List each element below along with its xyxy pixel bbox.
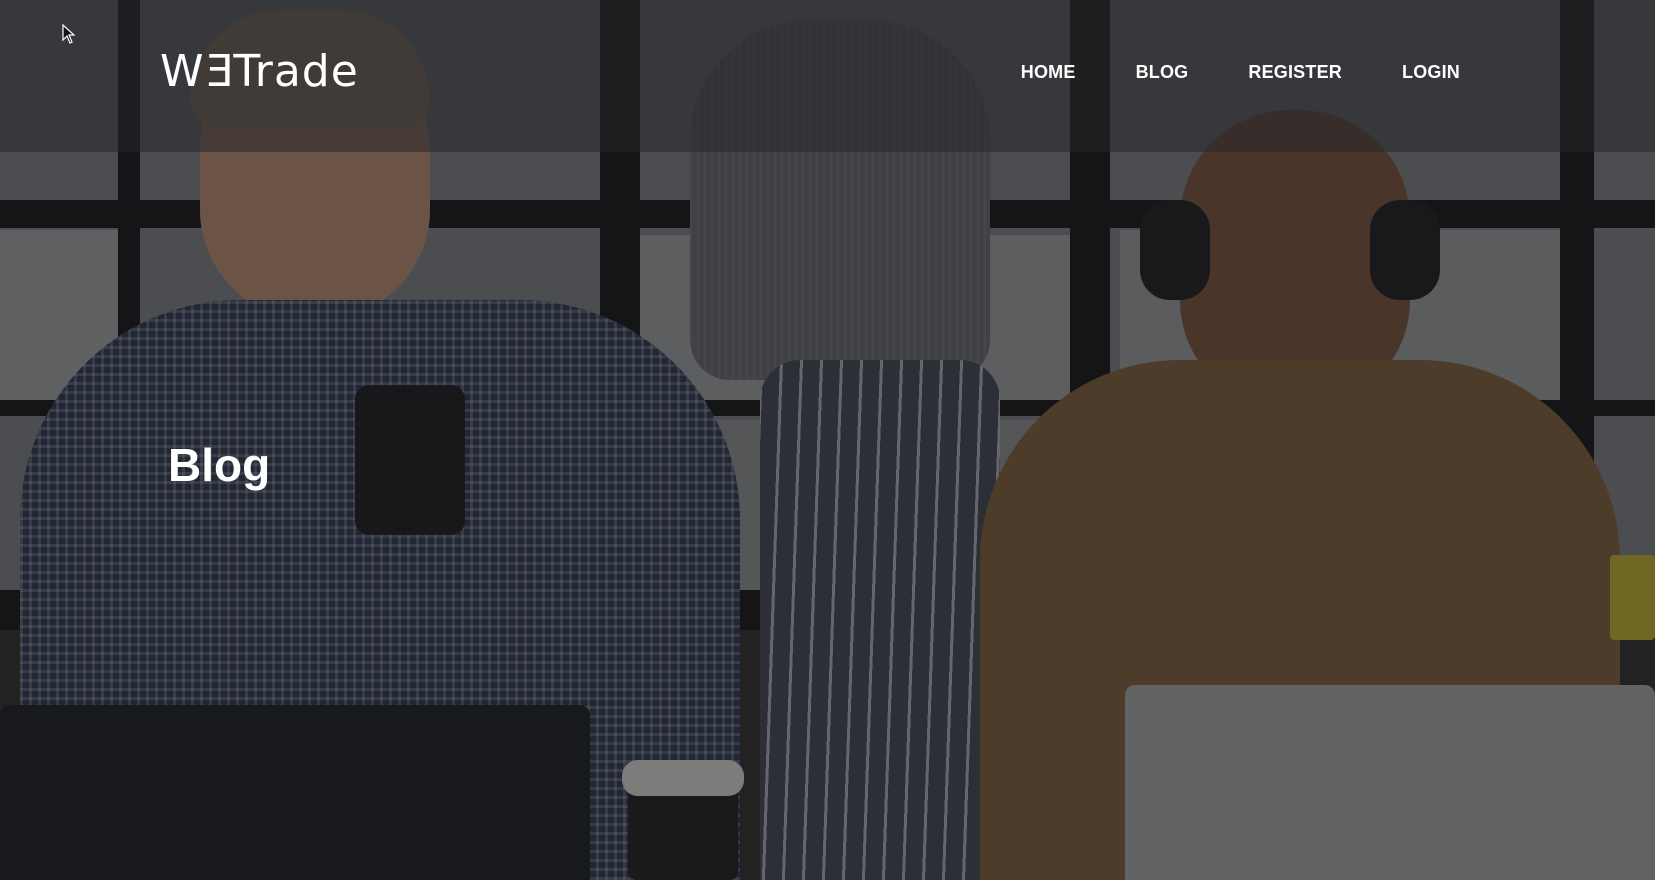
- page-title: Blog: [168, 439, 271, 491]
- nav-login[interactable]: LOGIN: [1402, 62, 1460, 83]
- site-logo[interactable]: WETrade: [160, 46, 359, 97]
- site-header: WETrade HOME BLOG REGISTER LOGIN: [0, 0, 1655, 152]
- nav-register[interactable]: REGISTER: [1248, 62, 1342, 83]
- nav-blog[interactable]: BLOG: [1136, 62, 1189, 83]
- nav-home[interactable]: HOME: [1021, 62, 1076, 83]
- hero-section: WETrade HOME BLOG REGISTER LOGIN Blog: [0, 0, 1655, 880]
- main-nav: HOME BLOG REGISTER LOGIN: [1021, 62, 1460, 83]
- logo-suffix: Trade: [233, 46, 359, 97]
- mouse-pointer-icon: [62, 24, 76, 44]
- logo-prefix: W: [160, 46, 205, 97]
- logo-mirrored-e: E: [204, 46, 234, 97]
